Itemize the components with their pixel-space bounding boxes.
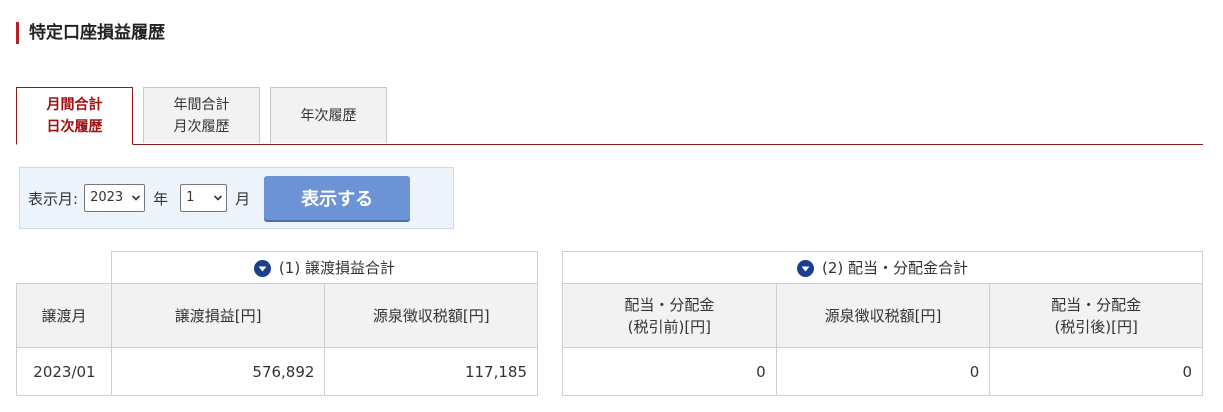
col-header-tax: 源泉徴収税額[円] <box>324 283 538 348</box>
tab-annual[interactable]: 年次履歴 <box>270 87 387 143</box>
transfer-pl-caption: (1) 譲渡損益合計 <box>110 251 539 284</box>
page-title: 特定口座損益履歴 <box>16 22 165 44</box>
tab-label-line1: 年次履歴 <box>300 107 357 124</box>
display-month-label: 表示月: <box>28 189 79 208</box>
transfer-pl-table: (1) 譲渡損益合計 譲渡月 譲渡損益[円] 源泉徴収税額[円] 2023/01… <box>16 251 539 396</box>
header-line1: 配当・分配金 <box>1051 295 1142 314</box>
table-corner <box>16 251 112 284</box>
month-select[interactable]: 1 <box>180 184 228 212</box>
caption-text: (1) 譲渡損益合計 <box>278 259 395 277</box>
dividend-table: (2) 配当・分配金合計 配当・分配金 (税引前)[円] 源泉徴収税額[円] 配… <box>562 251 1203 396</box>
header-line2: (税引前)[円] <box>627 317 712 336</box>
show-button[interactable]: 表示する <box>264 176 411 220</box>
col-header-dividend-posttax: 配当・分配金 (税引後)[円] <box>989 283 1203 348</box>
col-header-pl: 譲渡損益[円] <box>110 283 326 348</box>
chevron-down-icon <box>214 195 223 201</box>
cell-withholding: 0 <box>775 347 991 396</box>
table-row: 0 0 0 <box>562 347 1203 396</box>
cell-tax: 117,185 <box>324 347 538 396</box>
expand-circle-icon <box>796 260 814 277</box>
month-filter: 表示月: 2023 年 1 月 表示する <box>19 167 454 229</box>
header-line1: 配当・分配金 <box>624 295 715 314</box>
chevron-down-icon <box>132 195 141 201</box>
year-unit: 年 <box>153 189 169 208</box>
cell-dividend-pretax: 0 <box>562 347 777 396</box>
header-line2: (税引後)[円] <box>1054 317 1138 336</box>
month-select-value: 1 <box>186 190 195 205</box>
col-header-withholding: 源泉徴収税額[円] <box>775 283 991 348</box>
tab-yearly-monthly[interactable]: 年間合計 月次履歴 <box>143 87 260 143</box>
cell-month: 2023/01 <box>16 347 112 396</box>
col-header-month: 譲渡月 <box>16 283 112 348</box>
header-line1: 源泉徴収税額[円] <box>824 306 942 325</box>
tab-divider <box>16 144 1203 145</box>
tab-monthly-daily[interactable]: 月間合計 日次履歴 <box>16 87 133 145</box>
month-unit: 月 <box>235 189 251 208</box>
dividend-caption: (2) 配当・分配金合計 <box>562 251 1203 284</box>
tab-label-line2: 日次履歴 <box>46 119 103 135</box>
year-select[interactable]: 2023 <box>84 184 146 212</box>
tab-label-line2: 月次履歴 <box>173 118 230 135</box>
cell-dividend-posttax: 0 <box>989 347 1203 396</box>
expand-circle-icon <box>253 260 271 277</box>
year-select-value: 2023 <box>90 190 124 205</box>
table-row: 2023/01 576,892 117,185 <box>16 347 538 396</box>
caption-text: (2) 配当・分配金合計 <box>821 259 969 277</box>
tab-label-line1: 月間合計 <box>46 97 103 113</box>
tab-label-line1: 年間合計 <box>173 96 230 113</box>
col-header-dividend-pretax: 配当・分配金 (税引前)[円] <box>562 283 777 348</box>
cell-pl: 576,892 <box>110 347 326 396</box>
